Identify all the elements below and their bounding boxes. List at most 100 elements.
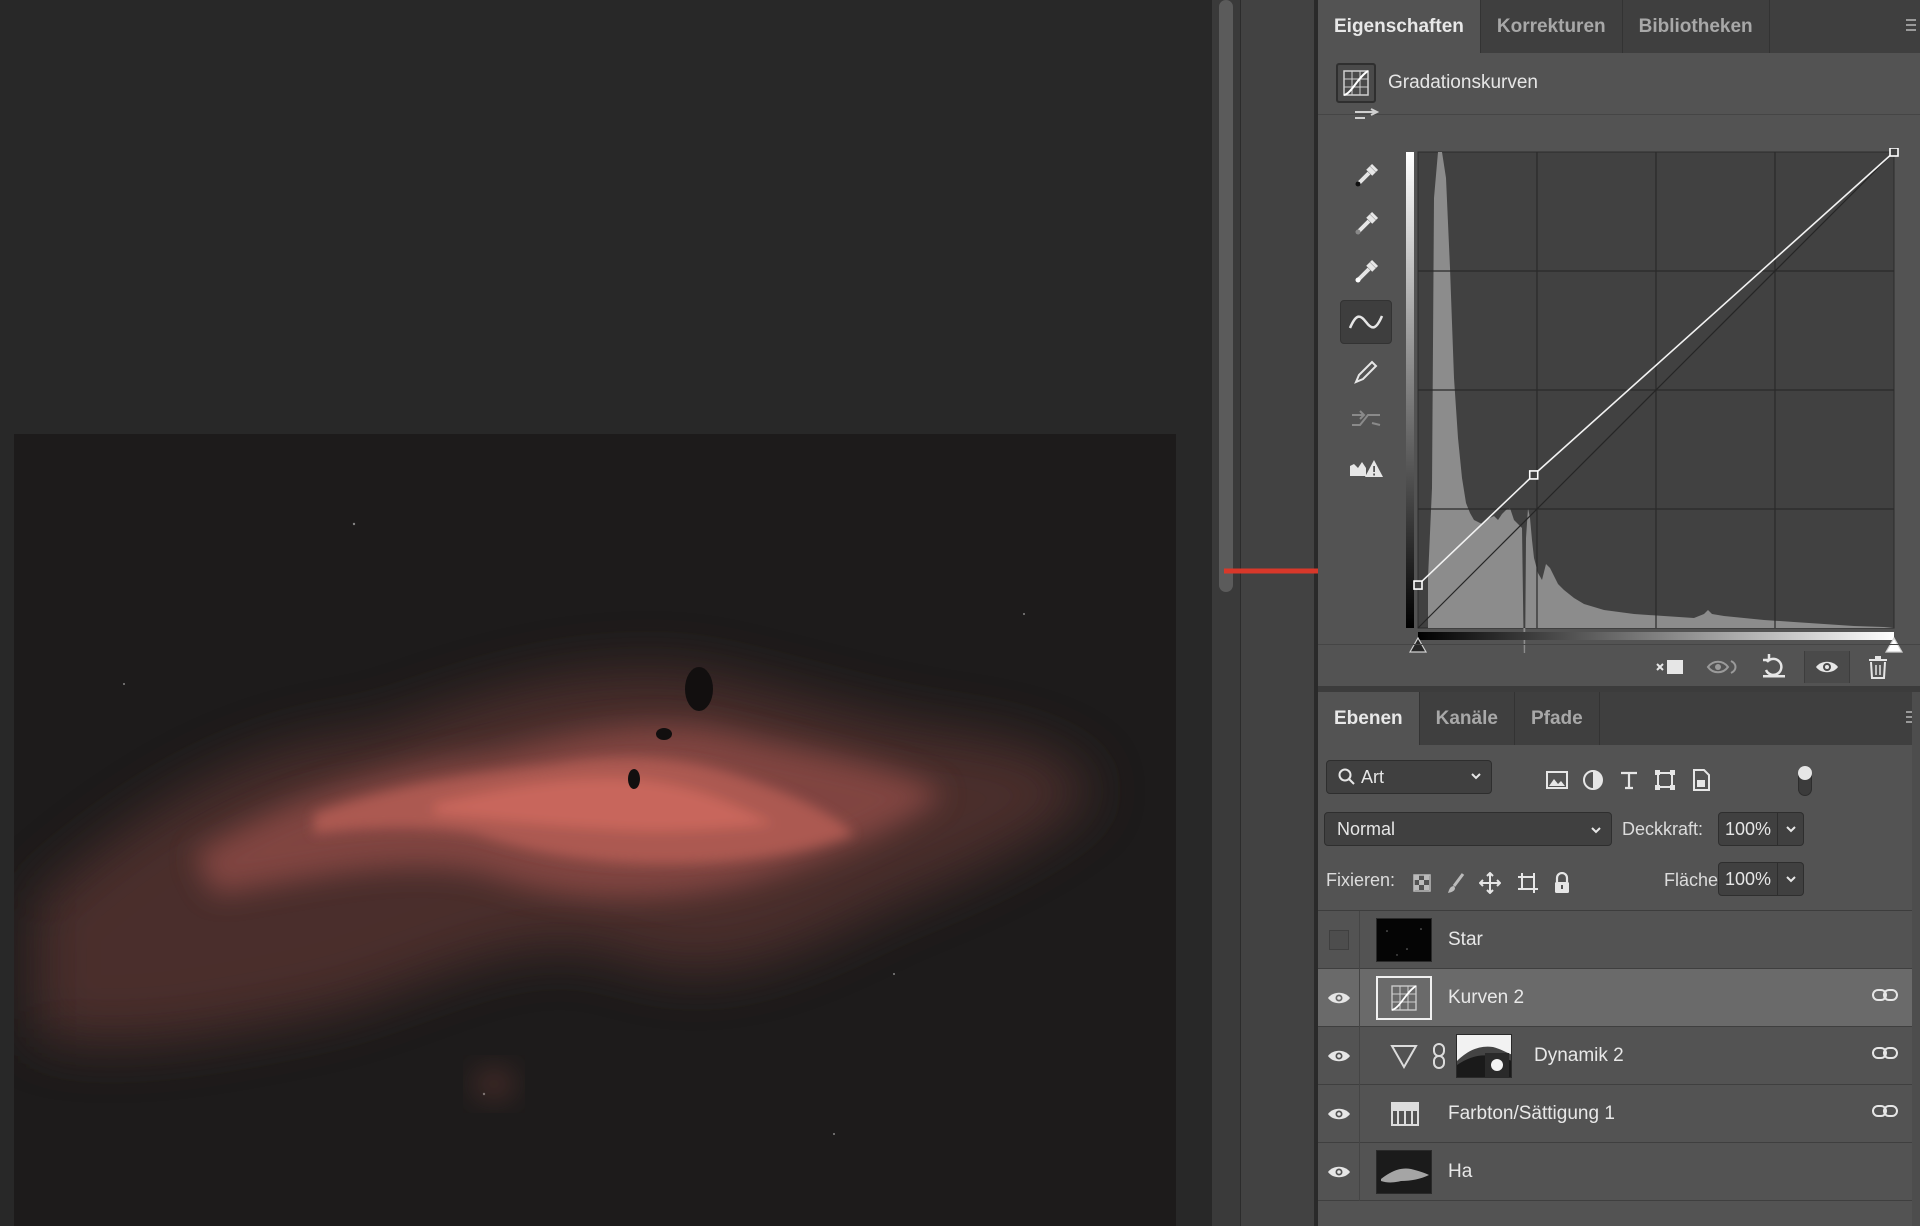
layer-filter-bar: Art xyxy=(1318,752,1920,802)
mask-chain-icon[interactable] xyxy=(1432,1043,1446,1074)
photoshop-window: Eigenschaften Korrekturen Bibliotheken G… xyxy=(0,0,1920,1226)
opacity-dropdown-button[interactable] xyxy=(1778,812,1804,846)
link-icon[interactable] xyxy=(1872,1103,1898,1124)
tab-ebenen[interactable]: Ebenen xyxy=(1318,692,1420,745)
layer-filter-toggle[interactable] xyxy=(1798,766,1812,796)
on-image-adjust-icon[interactable] xyxy=(1340,104,1392,126)
layer-visibility-toggle[interactable] xyxy=(1318,911,1360,969)
layer-mask-thumbnail[interactable] xyxy=(1456,1034,1512,1078)
output-gradient-bar xyxy=(1406,152,1414,628)
opacity-input[interactable]: 100% xyxy=(1718,812,1778,846)
hue-saturation-adjustment-icon xyxy=(1390,1101,1420,1132)
adjustment-actions-bar xyxy=(1318,644,1920,686)
input-gradient-bar xyxy=(1418,632,1894,640)
gray-point-eyedropper-icon[interactable] xyxy=(1340,202,1392,246)
layer-name[interactable]: Star xyxy=(1448,929,1483,951)
curves-graph[interactable] xyxy=(1404,148,1914,653)
tab-korrekturen[interactable]: Korrekturen xyxy=(1481,0,1623,53)
layer-visibility-toggle[interactable] xyxy=(1318,1143,1360,1201)
reset-icon[interactable] xyxy=(1754,651,1794,683)
curves-adjustment-icon xyxy=(1336,63,1376,103)
tab-eigenschaften[interactable]: Eigenschaften xyxy=(1318,0,1481,53)
hidden-visibility-box[interactable] xyxy=(1328,930,1349,950)
white-point-eyedropper-icon[interactable] xyxy=(1340,250,1392,294)
layer-name[interactable]: Farbton/Sättigung 1 xyxy=(1448,1103,1615,1125)
type-layer-filter-icon[interactable] xyxy=(1616,768,1642,792)
eye-icon[interactable] xyxy=(1327,990,1351,1006)
adjustment-layer-filter-icon[interactable] xyxy=(1580,768,1606,792)
layer-row-star[interactable]: Star xyxy=(1318,911,1920,969)
chevron-down-icon xyxy=(1591,827,1601,834)
vibrance-adjustment-icon xyxy=(1390,1043,1418,1074)
blend-mode-select[interactable]: Normal xyxy=(1324,812,1612,846)
link-icon[interactable] xyxy=(1872,1045,1898,1066)
layer-row-ha[interactable]: Ha xyxy=(1318,1143,1920,1201)
opacity-label: Deckkraft: xyxy=(1622,819,1704,839)
curve-control-point[interactable] xyxy=(1528,470,1539,480)
lock-transparent-pixels-icon[interactable] xyxy=(1410,872,1434,894)
layer-row-farbton-saettigung-1[interactable]: Farbton/Sättigung 1 xyxy=(1318,1085,1920,1143)
layer-visibility-toggle[interactable] xyxy=(1318,1085,1360,1143)
lock-label: Fixieren: xyxy=(1326,870,1396,890)
view-previous-state-icon[interactable] xyxy=(1702,651,1742,683)
lock-image-pixels-icon[interactable] xyxy=(1444,872,1468,894)
tab-kanaele[interactable]: Kanäle xyxy=(1420,692,1515,745)
layer-row-dynamik-2[interactable]: Dynamik 2 xyxy=(1318,1027,1920,1085)
curve-points-tool-icon[interactable] xyxy=(1340,300,1392,344)
smart-object-filter-icon[interactable] xyxy=(1688,768,1714,792)
chevron-down-icon xyxy=(1785,826,1796,833)
document-canvas-area[interactable] xyxy=(0,0,1212,1226)
link-icon[interactable] xyxy=(1872,987,1898,1008)
canvas-scroll-thumb[interactable] xyxy=(1219,0,1233,592)
layers-tabs: Ebenen Kanäle Pfade xyxy=(1318,692,1920,745)
pencil-draw-icon[interactable] xyxy=(1340,350,1392,394)
delete-adjustment-icon[interactable] xyxy=(1858,651,1898,683)
layer-thumbnail[interactable] xyxy=(1376,918,1432,962)
panel-menu-icon[interactable] xyxy=(1906,18,1916,37)
layer-filter-label: Art xyxy=(1361,766,1385,787)
fill-dropdown-button[interactable] xyxy=(1778,862,1804,896)
layer-name[interactable]: Dynamik 2 xyxy=(1534,1045,1624,1067)
blend-mode-value: Normal xyxy=(1337,818,1396,839)
layer-thumbnail[interactable] xyxy=(1376,1150,1432,1194)
curves-adjustment-icon xyxy=(1391,985,1417,1011)
layer-name[interactable]: Kurven 2 xyxy=(1448,987,1524,1009)
eye-icon[interactable] xyxy=(1327,1106,1351,1122)
curves-tool-column xyxy=(1318,108,1408,546)
layer-filter-select[interactable]: Art xyxy=(1326,760,1492,794)
lock-position-icon[interactable] xyxy=(1478,872,1502,894)
fill-input[interactable]: 100% xyxy=(1718,862,1778,896)
chevron-down-icon xyxy=(1785,876,1796,883)
black-point-eyedropper-icon[interactable] xyxy=(1340,154,1392,198)
lock-all-icon[interactable] xyxy=(1550,872,1574,894)
search-icon xyxy=(1338,768,1355,785)
curve-control-point[interactable] xyxy=(1413,580,1423,590)
curves-layer-thumbnail[interactable] xyxy=(1376,976,1432,1020)
layer-row-kurven-2[interactable]: Kurven 2 xyxy=(1318,969,1920,1027)
layer-visibility-toggle[interactable] xyxy=(1318,1027,1360,1085)
adjustment-header: Gradationskurven xyxy=(1318,53,1920,115)
lock-fill-row: Fixieren: Fläche: 100% xyxy=(1318,860,1920,900)
properties-panel: Eigenschaften Korrekturen Bibliotheken G… xyxy=(1318,0,1920,686)
eye-icon[interactable] xyxy=(1327,1164,1351,1180)
layers-scrollbar[interactable] xyxy=(1912,692,1920,1226)
clipping-warning-icon[interactable] xyxy=(1340,446,1392,490)
layer-name[interactable]: Ha xyxy=(1448,1161,1472,1183)
tab-bibliotheken[interactable]: Bibliotheken xyxy=(1623,0,1770,53)
panel-dock-gutter xyxy=(1240,0,1318,1226)
clip-to-layer-icon[interactable] xyxy=(1650,651,1690,683)
curve-control-point[interactable] xyxy=(1889,148,1899,157)
tab-pfade[interactable]: Pfade xyxy=(1515,692,1600,745)
layers-list: Star Kurven 2 Dynamik 2 Farbton/Sättigun… xyxy=(1318,910,1920,1210)
document-image[interactable] xyxy=(14,434,1176,1226)
blend-opacity-row: Normal Deckkraft: 100% xyxy=(1318,810,1920,850)
lock-artboard-icon[interactable] xyxy=(1516,872,1540,894)
properties-tabs: Eigenschaften Korrekturen Bibliotheken xyxy=(1318,0,1920,53)
toggle-visibility-icon[interactable] xyxy=(1804,651,1850,683)
smooth-curve-icon xyxy=(1340,398,1392,442)
pixel-layer-filter-icon[interactable] xyxy=(1544,768,1570,792)
layer-visibility-toggle[interactable] xyxy=(1318,969,1360,1027)
eye-icon[interactable] xyxy=(1327,1048,1351,1064)
layers-panel: Ebenen Kanäle Pfade Art Normal Deckkraft… xyxy=(1318,692,1920,1226)
shape-layer-filter-icon[interactable] xyxy=(1652,768,1678,792)
